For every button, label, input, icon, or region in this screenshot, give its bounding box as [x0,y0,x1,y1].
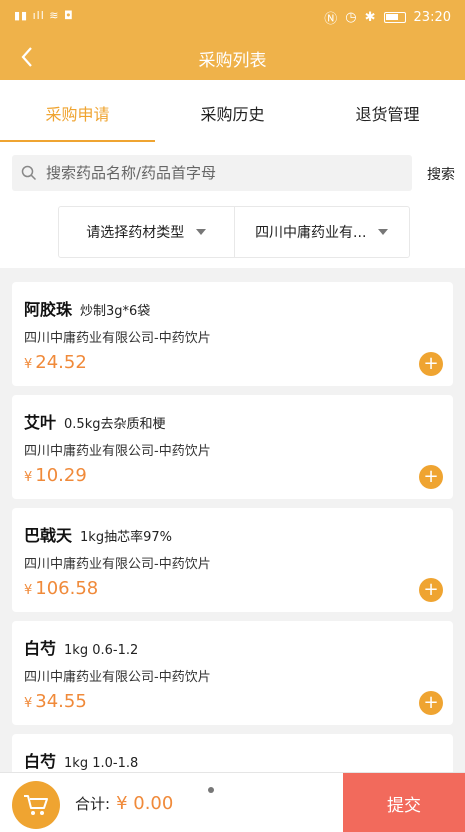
add-to-cart-button[interactable]: + [419,352,443,376]
bottom-bar: 合计: ¥ 0.00 提交 [0,772,465,832]
search-box [12,155,412,191]
material-type-label: 请选择药材类型 [86,225,185,241]
submit-button[interactable]: 提交 [343,773,465,832]
product-card[interactable]: 阿胶珠 炒制3g*6袋 四川中庸药业有限公司-中药饮片 ¥24.52 + [12,282,453,386]
status-right: Ⓝ ◷ ✱ 23:20 [324,8,451,27]
search-row: 搜索 [0,142,465,204]
product-spec: 1kg 0.6-1.2 [64,643,139,658]
product-spec: 1kg抽芯率97% [80,530,172,545]
signal-wifi-icons: ▮▮ ıll ≋ ◘ [14,9,74,22]
total-label: 合计: [75,795,111,813]
filter-row: 请选择药材类型 四川中庸药业有... [0,204,465,268]
filter-box: 请选择药材类型 四川中庸药业有... [58,206,410,258]
add-to-cart-button[interactable]: + [419,691,443,715]
product-card[interactable]: 白芍 1kg 0.6-1.2 四川中庸药业有限公司-中药饮片 ¥34.55 + [12,621,453,725]
product-name: 白芍 [24,639,57,658]
product-spec: 1kg 1.0-1.8 [64,756,139,771]
currency-symbol: ¥ [24,470,33,485]
battery-icon [383,12,406,23]
search-icon [12,165,46,181]
currency-symbol: ¥ [24,583,33,598]
add-to-cart-button[interactable]: + [419,578,443,602]
plus-icon: + [423,353,439,374]
price-value: 10.29 [35,465,87,486]
product-price: ¥34.55 [24,691,87,712]
product-spec: 0.5kg去杂质和梗 [64,417,166,432]
currency-symbol: ¥ [24,696,33,711]
add-to-cart-button[interactable]: + [419,465,443,489]
product-price: ¥10.29 [24,465,87,486]
product-price: ¥24.52 [24,352,87,373]
price-value: 106.58 [35,578,99,599]
product-supplier: 四川中庸药业有限公司-中药饮片 [24,444,211,459]
page-title: 采购列表 [198,51,267,71]
search-button[interactable]: 搜索 [427,164,455,184]
plus-icon: + [423,466,439,487]
alarm-icon: ◷ [345,10,357,25]
tab-return-management[interactable]: 退货管理 [310,80,465,142]
supplier-dropdown[interactable]: 四川中庸药业有... [233,207,410,257]
plus-icon: + [423,579,439,600]
cart-icon [24,795,48,815]
product-name: 白芍 [24,752,57,771]
nav-bar: 采购列表 [0,34,465,80]
product-card[interactable]: 巴戟天 1kg抽芯率97% 四川中庸药业有限公司-中药饮片 ¥106.58 + [12,508,453,612]
tab-purchase-request[interactable]: 采购申请 [0,80,155,142]
caret-down-icon [196,229,207,235]
currency-symbol: ¥ [24,357,33,372]
price-value: 24.52 [35,352,87,373]
bluetooth-icon: ✱ [364,10,376,25]
cart-total: 合计: ¥ 0.00 [75,793,173,814]
product-spec: 炒制3g*6袋 [80,304,151,319]
nfc-icon: Ⓝ [324,12,338,27]
product-name: 艾叶 [24,413,57,432]
price-value: 34.55 [35,691,87,712]
product-name: 阿胶珠 [24,300,73,319]
total-amount: ¥ 0.00 [116,793,174,814]
cart-button[interactable] [12,781,60,829]
caret-down-icon [378,229,389,235]
status-time: 23:20 [413,10,451,25]
material-type-dropdown[interactable]: 请选择药材类型 [59,207,234,257]
product-supplier: 四川中庸药业有限公司-中药饮片 [24,331,211,346]
supplier-label: 四川中庸药业有... [255,225,367,241]
product-list: 阿胶珠 炒制3g*6袋 四川中庸药业有限公司-中药饮片 ¥24.52 + 艾叶 … [0,268,465,772]
tab-purchase-history[interactable]: 采购历史 [155,80,310,142]
product-card[interactable]: 白芍 1kg 1.0-1.8 [12,734,453,772]
product-supplier: 四川中庸药业有限公司-中药饮片 [24,557,211,572]
tab-bar: 采购申请 采购历史 退货管理 [0,80,465,142]
product-card[interactable]: 艾叶 0.5kg去杂质和梗 四川中庸药业有限公司-中药饮片 ¥10.29 + [12,395,453,499]
plus-icon: + [423,692,439,713]
product-supplier: 四川中庸药业有限公司-中药饮片 [24,670,211,685]
page-indicator-dot [208,787,214,793]
search-input[interactable] [46,164,396,182]
status-bar: ▮▮ ıll ≋ ◘ Ⓝ ◷ ✱ 23:20 [0,0,465,34]
product-price: ¥106.58 [24,578,98,599]
product-name: 巴戟天 [24,526,73,545]
